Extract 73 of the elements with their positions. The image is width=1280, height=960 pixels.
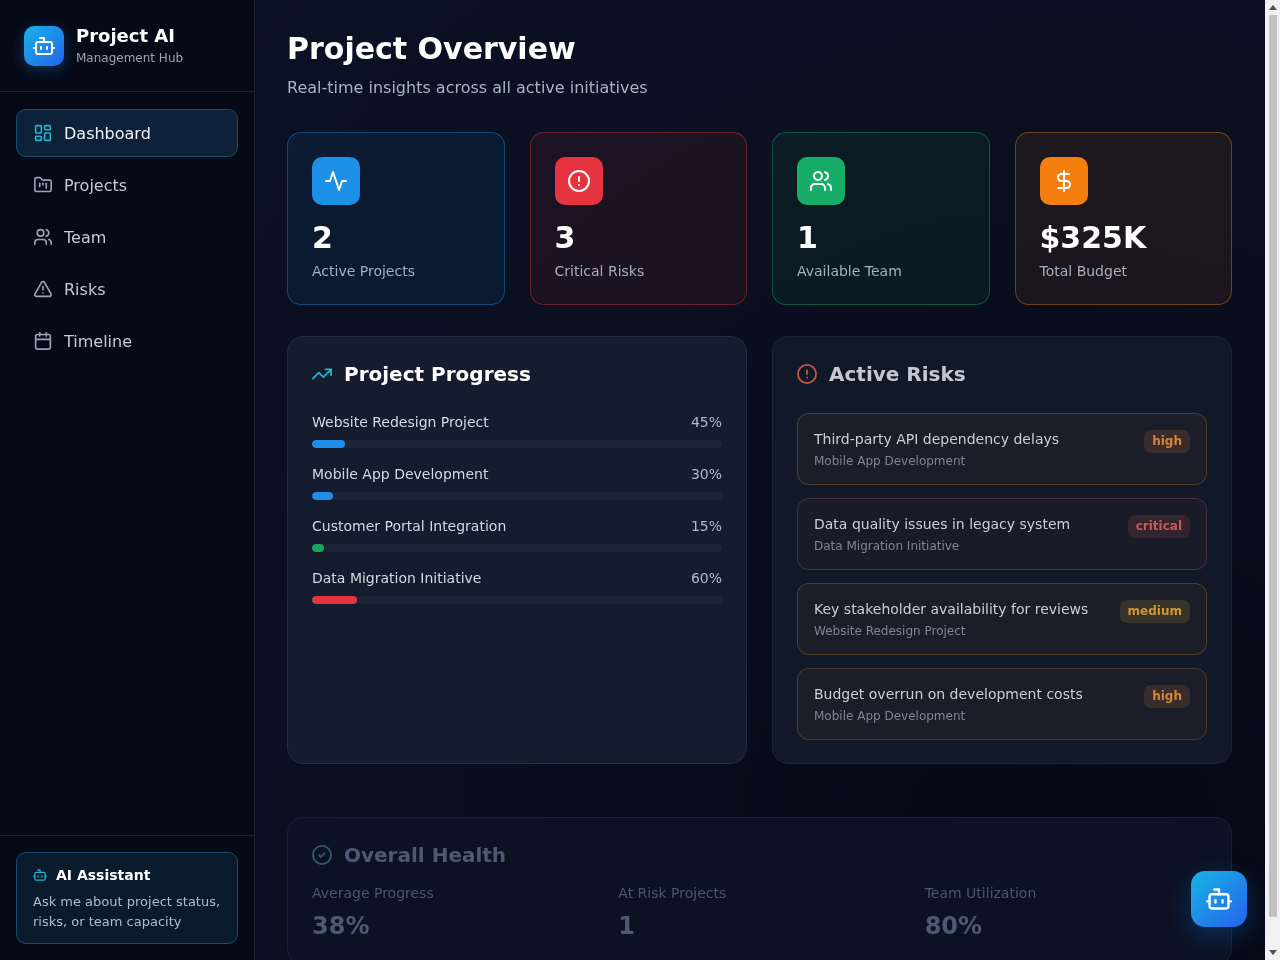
risk-card[interactable]: Third-party API dependency delays Mobile App Development high — [797, 413, 1207, 485]
risk-title: Budget overrun on development costs — [814, 685, 1083, 704]
app-title: Project AI — [76, 25, 176, 47]
scrollbar[interactable] — [1265, 0, 1280, 960]
calendar-icon — [34, 332, 52, 350]
stat-value: $325K — [1039, 220, 1148, 256]
progress-percent: 15% — [690, 517, 722, 536]
scroll-down-icon[interactable] — [1268, 950, 1277, 955]
risk-card[interactable]: Key stakeholder availability for reviews Website Redesign Project medium — [797, 583, 1207, 655]
project-name: Data Migration Initiative — [312, 569, 482, 588]
stat-value: 1 — [797, 220, 819, 256]
stat-label: Total Budget — [1039, 262, 1128, 281]
severity-badge: critical — [1127, 515, 1190, 538]
app-subtitle: Management Hub — [76, 50, 184, 66]
risk-project: Data Migration Initiative — [814, 538, 961, 554]
dashboard-icon — [34, 124, 52, 142]
panel-title: Overall Health — [344, 842, 507, 869]
nav-label: Timeline — [64, 331, 133, 351]
project-name: Website Redesign Project — [312, 413, 489, 432]
metric-label: At Risk Projects — [618, 884, 728, 903]
scroll-up-icon[interactable] — [1268, 5, 1277, 10]
risk-card[interactable]: Data quality issues in legacy system Data Migration Initiative critical — [797, 498, 1207, 570]
metric-value: 38% — [312, 911, 371, 941]
nav-label: Dashboard — [64, 123, 151, 143]
assistant-title: AI Assistant — [56, 866, 151, 885]
progress-percent: 30% — [690, 465, 722, 484]
metric-value: 1 — [618, 911, 637, 941]
risk-title: Key stakeholder availability for reviews — [814, 600, 1089, 619]
risk-title: Data quality issues in legacy system — [814, 515, 1071, 534]
robot-icon — [1206, 886, 1232, 912]
project-name: Customer Portal Integration — [312, 517, 507, 536]
project-name: Mobile App Development — [312, 465, 489, 484]
risk-project: Mobile App Development — [814, 453, 967, 469]
severity-badge: high — [1144, 685, 1190, 708]
stat-label: Active Projects — [312, 262, 416, 281]
assistant-card[interactable]: AI Assistant Ask me about project status, risks, or team capacity — [16, 852, 238, 944]
nav-label: Team — [64, 227, 107, 247]
severity-badge: medium — [1119, 600, 1190, 623]
severity-badge: high — [1144, 430, 1190, 453]
stat-value: 2 — [312, 220, 334, 256]
stat-label: Available Team — [797, 262, 903, 281]
progress-percent: 45% — [690, 413, 722, 432]
risk-project: Website Redesign Project — [814, 623, 967, 639]
page-subtitle: Real-time insights across all active initiatives — [287, 77, 649, 99]
risk-card[interactable]: Budget overrun on development costs Mobile App Development high — [797, 668, 1207, 740]
assistant-button[interactable] — [1191, 871, 1247, 927]
scrollbar-thumb[interactable] — [1268, 15, 1277, 917]
robot-icon — [24, 25, 64, 66]
nav-label: Projects — [64, 175, 128, 195]
stat-label: Critical Risks — [554, 262, 646, 281]
risk-title: Third-party API dependency delays — [814, 430, 1060, 449]
users-icon — [34, 228, 52, 246]
assistant-description: Ask me about project status, risks, or team capacity — [33, 893, 222, 931]
metric-label: Team Utilization — [924, 884, 1038, 903]
metric-label: Average Progress — [312, 884, 435, 903]
check-circle-icon — [312, 845, 332, 865]
alert-icon — [797, 364, 817, 384]
nav-item[interactable]: Team — [16, 213, 238, 261]
warning-icon — [34, 280, 52, 298]
nav-item[interactable]: Timeline — [16, 317, 238, 365]
panel-title: Project Progress — [344, 361, 531, 388]
folder-icon — [34, 176, 52, 194]
progress-percent: 60% — [690, 569, 722, 588]
nav-item[interactable]: Projects — [16, 161, 238, 209]
nav-label: Risks — [64, 279, 106, 299]
nav-item[interactable]: Dashboard — [16, 109, 238, 157]
risk-project: Mobile App Development — [814, 708, 967, 724]
page-title: Project Overview — [287, 31, 577, 67]
panel-title: Active Risks — [829, 361, 966, 388]
stat-value: 3 — [554, 220, 577, 256]
metric-value: 80% — [924, 911, 984, 941]
robot-icon — [33, 868, 47, 882]
nav-item[interactable]: Risks — [16, 265, 238, 313]
